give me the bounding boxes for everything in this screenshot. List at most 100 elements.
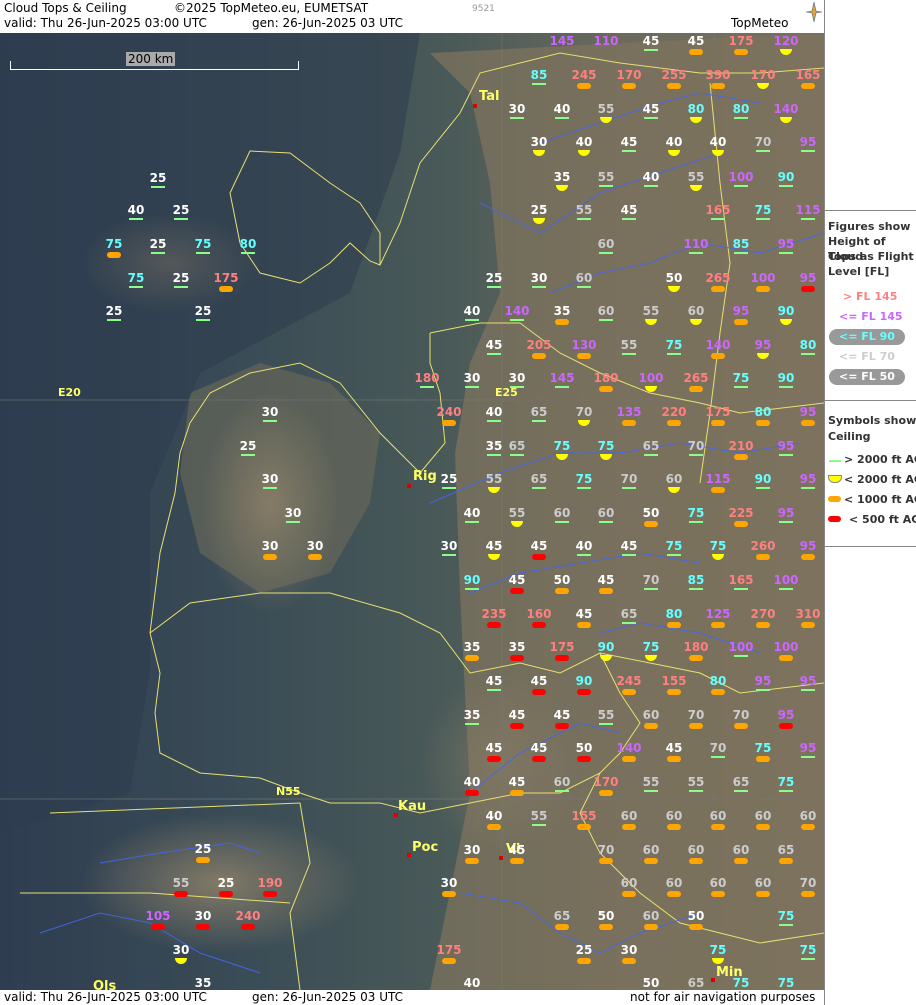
footer-gen-time: gen: 26-Jun-2025 03 UTC — [252, 990, 404, 1004]
ceiling-bar-icon — [756, 420, 770, 426]
ceiling-line-icon — [622, 554, 636, 556]
ceiling-line-icon — [756, 487, 770, 489]
road-label-e20: E20 — [58, 386, 81, 399]
cloud-top-label: 75 — [127, 271, 145, 285]
cloud-top-label: 190 — [257, 876, 283, 890]
ceiling-bar-icon — [622, 958, 636, 964]
cloud-top-label: 40 — [642, 170, 660, 184]
cloud-top-label: 25 — [172, 203, 190, 217]
cloud-top-label: 30 — [620, 943, 638, 957]
ceiling-bar-icon — [241, 924, 255, 930]
legend-ceiling: Symbols show Ceiling > 2000 ft AGL < 200… — [825, 400, 916, 547]
ceiling-line-icon — [241, 252, 255, 254]
ceiling-bar-icon — [219, 286, 233, 292]
cloud-top-label: 75 — [642, 640, 660, 654]
ceiling-bar-icon — [577, 689, 591, 695]
cloud-top-label: 45 — [485, 674, 503, 688]
legend-figures-line: Figures show — [828, 220, 911, 233]
cloud-top-label: 60 — [687, 843, 705, 857]
ceiling-bar-icon — [532, 353, 546, 359]
ceiling-bar-icon — [689, 924, 703, 930]
city-label: Rig — [413, 469, 437, 484]
ceiling-bar-icon — [779, 655, 793, 661]
ceiling-line-icon — [465, 588, 479, 590]
cloud-top-label: 60 — [597, 304, 615, 318]
cloud-top-label: 60 — [709, 876, 727, 890]
ceiling-bar-icon — [577, 83, 591, 89]
ceiling-line-icon — [510, 319, 524, 321]
cloud-top-label: 65 — [530, 472, 548, 486]
ceiling-line-icon — [779, 185, 793, 187]
ceiling-line-icon — [644, 790, 658, 792]
cloud-top-label: 165 — [728, 573, 754, 587]
cloud-top-label: 245 — [616, 674, 642, 688]
ceiling-bar-icon — [577, 824, 591, 830]
cloud-top-label: 115 — [705, 472, 731, 486]
cloud-top-label: 100 — [728, 170, 754, 184]
legend-fl-item: <= FL 145 — [839, 310, 903, 323]
cloud-top-label: 310 — [795, 607, 821, 621]
ceiling-line-icon — [644, 454, 658, 456]
cloud-top-label: 155 — [661, 674, 687, 688]
satellite-map[interactable]: 200 km E20 E25 N55 Tal Rig Kau Poc Vi Mi… — [0, 33, 824, 990]
cloud-top-label: 60 — [620, 809, 638, 823]
ceiling-line-icon — [263, 487, 277, 489]
cloud-top-label: 65 — [553, 909, 571, 923]
cloud-top-label: 210 — [728, 439, 754, 453]
cloud-top-label: 100 — [728, 640, 754, 654]
ceiling-bar-icon — [734, 454, 748, 460]
ceiling-bar-icon — [510, 858, 524, 864]
ceiling-bar-icon — [711, 487, 725, 493]
cloud-top-label: 265 — [705, 271, 731, 285]
ceiling-line-icon — [487, 353, 501, 355]
cloud-top-label: 95 — [777, 237, 795, 251]
cloud-top-label: 140 — [616, 741, 642, 755]
cloud-top-label: 30 — [530, 135, 548, 149]
ceiling-bar-icon — [510, 655, 524, 661]
cloud-top-label: 40 — [665, 135, 683, 149]
cloud-top-label: 25 — [485, 271, 503, 285]
compass-icon — [806, 2, 822, 22]
cloud-top-label: 80 — [665, 607, 683, 621]
cloud-top-label: 95 — [777, 439, 795, 453]
ceiling-bar-icon — [442, 420, 456, 426]
ceiling-bar-icon — [711, 420, 725, 426]
ceiling-bar-icon — [532, 554, 546, 560]
ceiling-line-icon — [241, 454, 255, 456]
ceiling-bar-icon — [107, 252, 121, 258]
ceiling-line-icon — [599, 319, 613, 321]
ceiling-line-icon — [577, 218, 591, 220]
cloud-top-label: 25 — [217, 876, 235, 890]
cloud-top-label: 30 — [261, 405, 279, 419]
cloud-top-label: 35 — [553, 304, 571, 318]
ceiling-bar-icon — [711, 622, 725, 628]
cloud-top-label: 60 — [642, 708, 660, 722]
ceiling-line-icon — [174, 218, 188, 220]
cloud-top-label: 45 — [508, 775, 526, 789]
cloud-top-label: 245 — [571, 68, 597, 82]
ceiling-line-icon — [801, 150, 815, 152]
cloud-top-label: 90 — [463, 573, 481, 587]
ceiling-bar-icon — [734, 723, 748, 729]
cloud-top-label: 115 — [795, 203, 821, 217]
ceiling-line-icon — [465, 521, 479, 523]
ceiling-bar-icon — [622, 420, 636, 426]
cloud-top-label: 100 — [638, 371, 664, 385]
cloud-top-label: 70 — [732, 708, 750, 722]
cloud-top-label: 75 — [732, 371, 750, 385]
cloud-top-label: 65 — [530, 405, 548, 419]
map-title: Cloud Tops & Ceiling — [4, 1, 127, 15]
ceiling-bar-icon — [577, 353, 591, 359]
legend-fl-item: <= FL 70 — [839, 350, 895, 363]
cloud-top-label: 145 — [549, 371, 575, 385]
cloud-top-label: 40 — [485, 809, 503, 823]
cloud-top-label: 80 — [754, 405, 772, 419]
cloud-top-label: 75 — [194, 237, 212, 251]
valid-time: valid: Thu 26-Jun-2025 03:00 UTC — [4, 16, 207, 30]
cloud-top-label: 205 — [526, 338, 552, 352]
cloud-top-label: 85 — [732, 237, 750, 251]
cloud-top-label: 75 — [597, 439, 615, 453]
cloud-top-label: 35 — [463, 708, 481, 722]
legend-ceiling-line: Ceiling — [828, 430, 871, 443]
topmeteo-logo: TopMeteo — [731, 16, 789, 30]
